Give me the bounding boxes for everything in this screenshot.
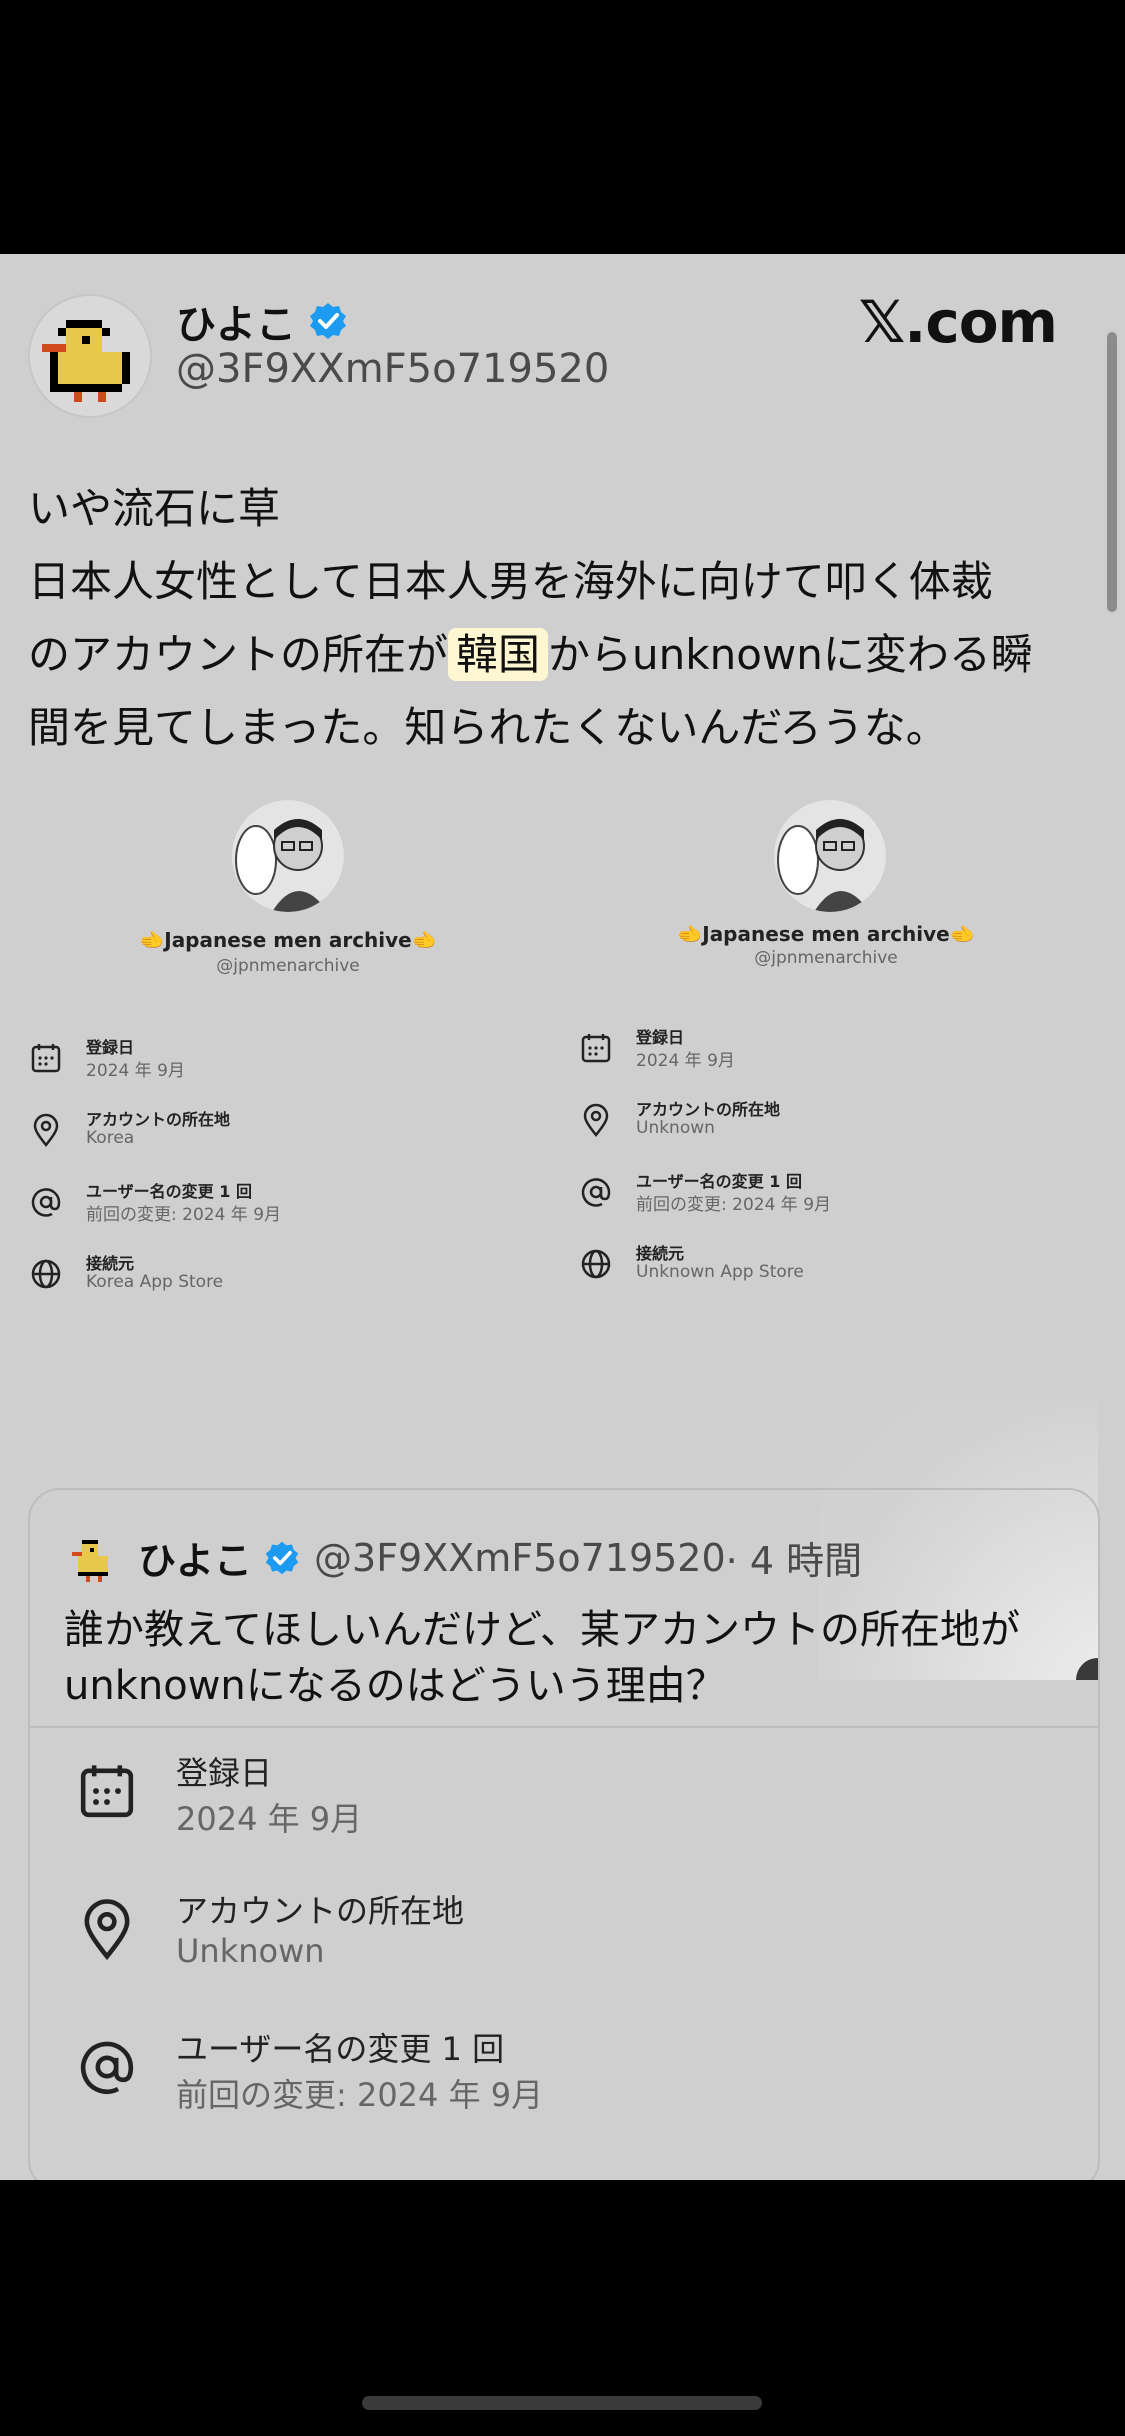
- quote-line-2: unknownになるのはどういう理由？: [64, 1663, 726, 1709]
- archive-account-name: 🫲Japanese men archive🫲: [677, 922, 975, 946]
- scrollbar[interactable]: [1107, 332, 1117, 612]
- author-name-row[interactable]: ひよこ: [176, 292, 348, 350]
- calendar-icon: [581, 1034, 611, 1063]
- info-label: ユーザー名の変更 1 回: [636, 1172, 802, 1191]
- at-sign-icon: [80, 2041, 134, 2094]
- info-row-username: ユーザー名の変更 1 回 前回の変更: 2024 年 9月: [578, 1168, 1098, 1228]
- tweet-line-3-pre: のアカウントの所在が: [28, 630, 449, 679]
- quote-row-location: アカウントの所在地 Unknown: [30, 1878, 1098, 1998]
- globe-icon: [581, 1249, 611, 1279]
- info-value: 前回の変更: 2024 年 9月: [176, 2076, 544, 2114]
- archive-account-handle: @jpnmenarchive: [754, 948, 898, 968]
- info-label: 登録日: [86, 1038, 135, 1057]
- manga-portrait-icon: [774, 800, 886, 912]
- info-value: Korea: [86, 1128, 135, 1148]
- info-row-registered: 登録日 2024 年 9月: [578, 1024, 1098, 1084]
- quote-timestamp[interactable]: · 4 時間: [726, 1530, 862, 1585]
- info-value: 2024 年 9月: [86, 1061, 185, 1081]
- x-logo: 𝕏.com: [858, 288, 1058, 356]
- quote-author-name[interactable]: ひよこ: [138, 1530, 252, 1585]
- calendar-icon: [80, 1765, 134, 1818]
- at-sign-icon: [31, 1188, 61, 1217]
- info-row-username: ユーザー名の変更 1 回 前回の変更: 2024 年 9月: [28, 1178, 548, 1238]
- verified-badge-icon: [265, 1541, 299, 1574]
- info-row-connected-via: 接続元 Korea App Store: [28, 1250, 548, 1310]
- location-pin-icon: [583, 1103, 609, 1138]
- info-label: 接続元: [636, 1244, 685, 1263]
- info-value: Korea App Store: [86, 1272, 224, 1292]
- info-label: 登録日: [176, 1754, 273, 1792]
- quote-author-handle[interactable]: @3F9XXmF5o719520: [314, 1536, 726, 1580]
- manga-portrait-icon: [232, 800, 344, 912]
- info-row-location: アカウントの所在地 Unknown: [578, 1096, 1098, 1156]
- info-label: アカウントの所在地: [176, 1892, 465, 1930]
- location-pin-icon: [33, 1113, 59, 1148]
- at-sign-icon: [581, 1178, 611, 1207]
- highlighted-word: 韓国: [448, 628, 549, 681]
- quoted-post[interactable]: ひよこ @3F9XXmF5o719520 · 4 時間 誰か教えてほしいんだけど…: [28, 1488, 1100, 2180]
- quote-row-registered: 登録日 2024 年 9月: [30, 1740, 1098, 1860]
- author-name[interactable]: ひよこ: [176, 292, 296, 350]
- tweet-line-4: 間を見てしまった。知られたくないんだろうな。: [28, 703, 948, 752]
- pixel-chick-icon: [30, 296, 150, 416]
- info-row-connected-via: 接続元 Unknown App Store: [578, 1240, 1098, 1300]
- info-value: Unknown: [636, 1118, 715, 1138]
- info-row-registered: 登録日 2024 年 9月: [28, 1034, 548, 1094]
- tweet-text: いや流石に草 日本人女性として日本人男を海外に向けて叩く体裁 のアカウントの所在…: [28, 472, 1098, 764]
- info-value: Unknown: [176, 1932, 325, 1970]
- post-card: ひよこ @3F9XXmF5o719520 𝕏.com いや流石に草 日本人女性と…: [0, 254, 1125, 2180]
- info-value: 2024 年 9月: [176, 1800, 363, 1838]
- tweet-line-1: いや流石に草: [28, 484, 281, 533]
- author-handle[interactable]: @3F9XXmF5o719520: [176, 346, 609, 392]
- archive-account-handle: @jpnmenarchive: [216, 956, 360, 976]
- tweet-line-2: 日本人女性として日本人男を海外に向けて叩く体裁: [28, 557, 993, 606]
- tweet-line-3-post: からunknownに変わる瞬: [548, 630, 1033, 679]
- info-label: アカウントの所在地: [86, 1110, 231, 1129]
- archive-avatar: [774, 800, 886, 912]
- info-value: 前回の変更: 2024 年 9月: [636, 1195, 832, 1215]
- info-label: ユーザー名の変更 1 回: [176, 2030, 505, 2068]
- tweet-line-3: のアカウントの所在が 韓国 からunknownに変わる瞬: [28, 618, 1098, 691]
- author-avatar[interactable]: [28, 294, 152, 418]
- info-row-location: アカウントの所在地 Korea: [28, 1106, 548, 1166]
- location-pin-icon: [84, 1899, 130, 1961]
- info-label: 接続元: [86, 1254, 135, 1273]
- info-label: アカウントの所在地: [636, 1100, 781, 1119]
- calendar-icon: [31, 1044, 61, 1073]
- divider: [30, 1726, 1098, 1728]
- quote-text: 誰か教えてほしいんだけど、某アカンウトの所在地が unknownになるのはどうい…: [64, 1602, 1064, 1714]
- archive-account-name: 🫲Japanese men archive🫲: [139, 928, 437, 952]
- archive-avatar: [232, 800, 344, 912]
- quote-line-1: 誰か教えてほしいんだけど、某アカンウトの所在地が: [64, 1607, 1020, 1653]
- verified-badge-icon: [310, 303, 346, 339]
- quote-row-username: ユーザー名の変更 1 回 前回の変更: 2024 年 9月: [30, 2016, 1098, 2136]
- quote-header: ひよこ @3F9XXmF5o719520 · 4 時間: [138, 1530, 862, 1585]
- info-value: 2024 年 9月: [636, 1051, 735, 1071]
- info-label: ユーザー名の変更 1 回: [86, 1182, 252, 1201]
- quote-author-avatar[interactable]: [66, 1532, 120, 1586]
- info-value: 前回の変更: 2024 年 9月: [86, 1205, 282, 1225]
- globe-icon: [31, 1259, 61, 1289]
- info-label: 登録日: [636, 1028, 685, 1047]
- info-value: Unknown App Store: [636, 1262, 804, 1282]
- home-indicator[interactable]: [362, 2396, 762, 2410]
